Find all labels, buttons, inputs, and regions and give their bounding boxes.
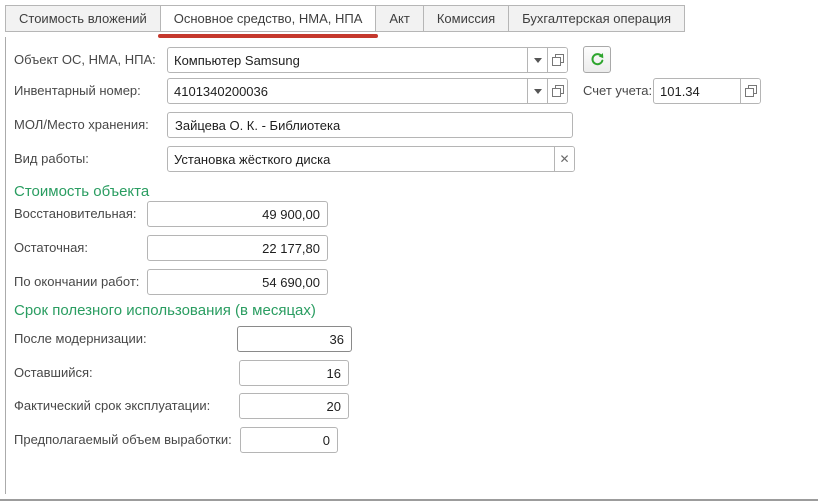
object-dropdown-button[interactable]	[527, 48, 547, 72]
account-label-wrap: Счет учета:	[583, 78, 652, 104]
posle-modernizatsii-field	[237, 326, 352, 352]
fakticheskiy-srok-label: Фактический срок эксплуатации:	[14, 393, 210, 419]
object-field-group	[167, 47, 568, 73]
inventory-number-input[interactable]	[168, 79, 527, 103]
inventory-field-group	[167, 78, 568, 104]
tab-stoimost-vlozheniy[interactable]: Стоимость вложений	[5, 5, 161, 32]
work-type-label: Вид работы:	[14, 146, 89, 172]
left-border-line	[5, 37, 6, 494]
work-type-field-group: ✕	[167, 146, 575, 172]
close-icon: ✕	[559, 153, 569, 165]
predpolagaemyy-obem-input[interactable]	[241, 428, 337, 452]
ostatochnaya-field	[147, 235, 328, 261]
tab-buhgalterskaya-operatsiya[interactable]: Бухгалтерская операция	[508, 5, 685, 32]
predpolagaemyy-obem-field	[240, 427, 338, 453]
posle-modernizatsii-input[interactable]	[238, 327, 351, 351]
open-form-icon	[552, 54, 564, 66]
inventory-open-button[interactable]	[547, 79, 567, 103]
account-open-button[interactable]	[740, 79, 760, 103]
mol-label: МОЛ/Место хранения:	[14, 112, 149, 138]
account-input[interactable]	[654, 79, 740, 103]
mol-input[interactable]	[168, 113, 572, 137]
form-os-modernization: Стоимость вложений Основное средство, НМ…	[0, 0, 818, 501]
predpolagaemyy-obem-label: Предполагаемый объем выработки:	[14, 427, 232, 453]
fakticheskiy-srok-input[interactable]	[240, 394, 348, 418]
tab-osnovnoe-sredstvo[interactable]: Основное средство, НМА, НПА	[160, 5, 377, 32]
tab-bar: Стоимость вложений Основное средство, НМ…	[5, 5, 685, 32]
po-okonchanii-input[interactable]	[148, 270, 327, 294]
chevron-down-icon	[534, 58, 542, 63]
object-label: Объект ОС, НМА, НПА:	[14, 47, 156, 73]
tab-komissiya[interactable]: Комиссия	[423, 5, 509, 32]
inventory-dropdown-button[interactable]	[527, 79, 547, 103]
section-title-cost: Стоимость объекта	[14, 183, 149, 200]
vosstanovitelnaya-field	[147, 201, 328, 227]
vosstanovitelnaya-input[interactable]	[148, 202, 327, 226]
ostatochnaya-label: Остаточная:	[14, 235, 88, 261]
ostavshiysya-input[interactable]	[240, 361, 348, 385]
posle-modernizatsii-label: После модернизации:	[14, 326, 147, 352]
inventory-number-label: Инвентарный номер:	[14, 78, 141, 104]
account-label: Счет учета:	[583, 83, 652, 98]
po-okonchanii-field	[147, 269, 328, 295]
chevron-down-icon	[534, 89, 542, 94]
ostavshiysya-label: Оставшийся:	[14, 360, 93, 386]
object-open-button[interactable]	[547, 48, 567, 72]
work-type-input[interactable]	[168, 147, 554, 171]
section-title-useful-life: Срок полезного использования (в месяцах)	[14, 302, 316, 319]
ostatochnaya-input[interactable]	[148, 236, 327, 260]
fakticheskiy-srok-field	[239, 393, 349, 419]
po-okonchanii-label: По окончании работ:	[14, 269, 139, 295]
refresh-button[interactable]	[583, 46, 611, 73]
open-form-icon	[745, 85, 757, 97]
refresh-icon	[590, 52, 605, 67]
object-input[interactable]	[168, 48, 527, 72]
account-field-group	[653, 78, 761, 104]
ostavshiysya-field	[239, 360, 349, 386]
vosstanovitelnaya-label: Восстановительная:	[14, 201, 137, 227]
mol-field	[167, 112, 573, 138]
tab-akt[interactable]: Акт	[375, 5, 423, 32]
open-form-icon	[552, 85, 564, 97]
work-type-clear-button[interactable]: ✕	[554, 147, 574, 171]
